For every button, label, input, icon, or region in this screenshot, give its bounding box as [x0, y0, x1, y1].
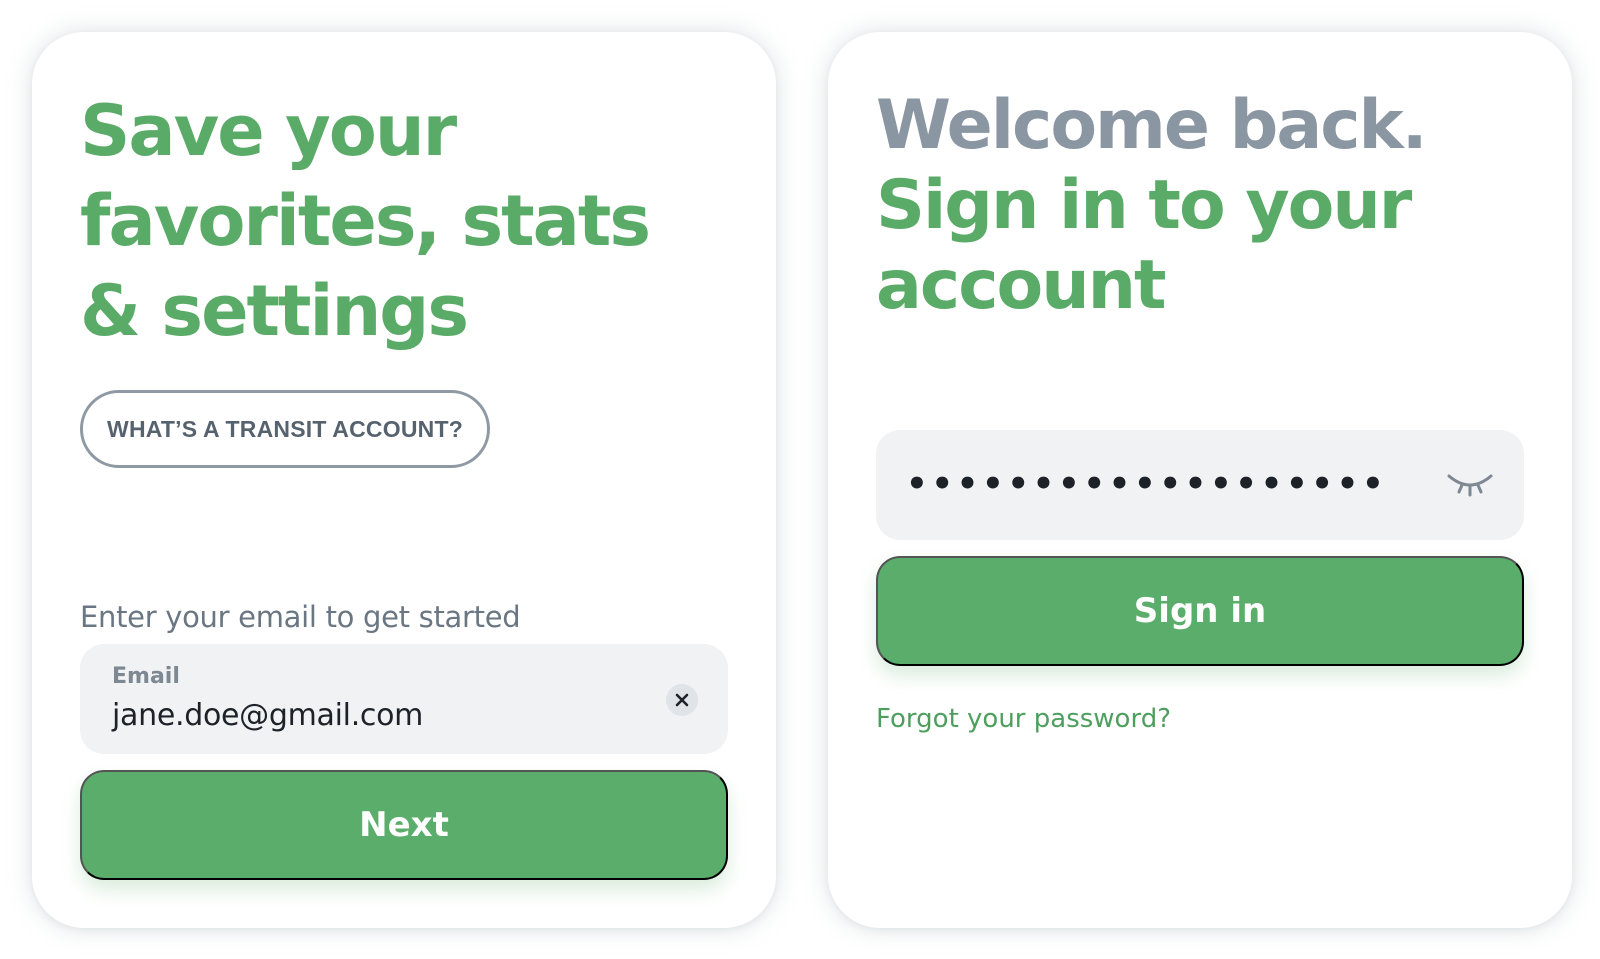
sign-in-card: Welcome back. Sign in to your account ••… [828, 32, 1572, 928]
password-field[interactable]: ••••••••••••••••••• [876, 430, 1524, 540]
screen: Save your favorites, stats & settings WH… [0, 0, 1600, 959]
sign-in-headline: Welcome back. Sign in to your account [876, 86, 1516, 326]
welcome-back-text: Welcome back. [876, 86, 1428, 165]
whats-a-transit-account-button[interactable]: WHAT’S A TRANSIT ACCOUNT? [80, 390, 490, 468]
sign-in-button[interactable]: Sign in [876, 556, 1524, 666]
email-field[interactable]: Email jane.doe@gmail.com [80, 644, 728, 754]
password-input-value[interactable]: ••••••••••••••••••• [906, 464, 1387, 504]
email-field-label: Email [112, 664, 180, 689]
next-button[interactable]: Next [80, 770, 728, 880]
email-prompt-text: Enter your email to get started [80, 600, 521, 634]
email-card-headline: Save your favorites, stats & settings [80, 90, 651, 352]
clear-x-icon[interactable] [666, 684, 698, 716]
email-entry-card: Save your favorites, stats & settings WH… [32, 32, 776, 928]
email-input-value[interactable]: jane.doe@gmail.com [112, 698, 423, 733]
eye-closed-icon[interactable] [1446, 470, 1494, 498]
sign-in-title: Sign in to your account [876, 166, 1412, 325]
eye-closed-glyph [1447, 474, 1493, 497]
clear-x-glyph [675, 693, 689, 707]
forgot-password-link[interactable]: Forgot your password? [876, 704, 1171, 734]
